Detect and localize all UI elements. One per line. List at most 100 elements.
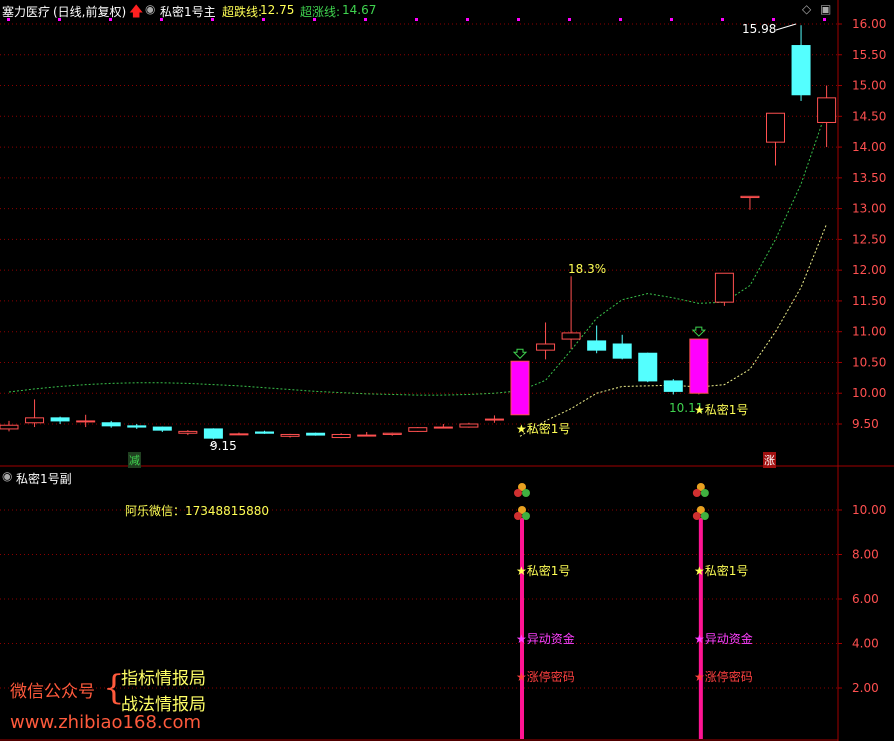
- watermark-wechat-label: 微信公众号: [10, 682, 95, 702]
- period-label: (日线,前复权): [53, 5, 127, 19]
- candle-body-down: [791, 45, 811, 96]
- badge-reduce: 减: [128, 452, 141, 468]
- flower-icon: [514, 512, 522, 520]
- candle-body-down: [127, 425, 147, 428]
- top-marker: [619, 18, 622, 21]
- y-tick-label: 11.00: [852, 325, 886, 339]
- y-tick-label: 15.00: [852, 79, 886, 93]
- signal-arrow-icon: [691, 326, 707, 337]
- candle-body-up: [766, 112, 785, 143]
- candle-body-up: [459, 423, 479, 428]
- pct-change-label: 18.3%: [568, 262, 607, 276]
- candle-body-signal: [510, 360, 530, 416]
- fund-label-2: ★异动资金: [694, 632, 753, 646]
- sub-y-tick-label: 4.00: [852, 637, 879, 651]
- chart-svg[interactable]: 16.00 15.50 15.00 14.50 14.00 13.50 13.00 12.50…: [0, 0, 894, 741]
- candle-body-up: [714, 272, 734, 303]
- y-tick-label: 14.00: [852, 140, 886, 154]
- top-marker: [466, 18, 469, 21]
- y-tick-label: 12.50: [852, 232, 886, 246]
- candle-body-up: [178, 430, 198, 434]
- candle-body-up: [433, 426, 453, 429]
- sub-y-tick-label: 2.00: [852, 681, 879, 695]
- candle-body-up: [0, 424, 19, 430]
- limit-label-1: ★涨停密码: [516, 670, 575, 684]
- y-tick-label: 16.00: [852, 17, 886, 31]
- candle-body-down: [203, 428, 223, 439]
- y-tick-label: 12.00: [852, 263, 886, 277]
- diamond-icon[interactable]: ◇: [802, 2, 811, 16]
- stock-title: 塞力医疗: [2, 5, 51, 19]
- candle-body-up: [25, 417, 45, 424]
- sub-settings-icon[interactable]: ◉: [2, 469, 12, 483]
- sub-signal-bar: [520, 518, 524, 739]
- candle-body-up: [280, 433, 300, 437]
- y-tick-label: 10.50: [852, 355, 886, 369]
- flower-icon: [692, 489, 701, 497]
- super-fall-value: 12.75: [260, 3, 295, 17]
- sub-signal-label-1: ★私密1号: [516, 564, 571, 578]
- candle-body-up: [229, 433, 249, 436]
- sub-y-tick-label: 10.00: [852, 503, 886, 517]
- top-marker: [415, 18, 418, 21]
- indicator-name[interactable]: 私密1号主: [160, 3, 216, 20]
- candle-body-down: [152, 426, 172, 431]
- flower-icon: [700, 512, 709, 520]
- top-marker: [772, 18, 775, 21]
- contact-text: 阿乐微信：17348815880: [125, 504, 269, 518]
- high-pointer-line: [775, 23, 797, 31]
- candle-body-down: [255, 431, 274, 434]
- top-marker: [721, 18, 724, 21]
- top-marker: [568, 18, 571, 21]
- candle-body-up: [382, 432, 402, 435]
- y-tick-label: 15.50: [852, 48, 886, 62]
- up-arrow-icon: 🡅: [129, 4, 144, 20]
- candle-body-signal: [689, 338, 709, 394]
- y-tick-label: 11.50: [852, 294, 886, 308]
- chart-window: 16.00 15.50 15.00 14.50 14.00 13.50 13.00 12.50…: [0, 0, 894, 741]
- flower-icon: [522, 512, 530, 520]
- super-rise-label: 超涨线:: [300, 5, 341, 19]
- top-marker: [364, 18, 367, 21]
- window-toggle-icon[interactable]: ▣: [820, 2, 831, 16]
- sub-signal-label-2: ★私密1号: [694, 564, 749, 578]
- candle-body-up: [561, 332, 581, 340]
- low-price-label: 9.15: [210, 439, 237, 453]
- y-tick-label: 14.50: [852, 109, 886, 123]
- signal-label-1: ★私密1号: [516, 422, 571, 436]
- watermark-url: www.zhibiao168.com: [10, 712, 202, 733]
- top-marker: [823, 18, 826, 21]
- flower-icon: [700, 489, 709, 497]
- candle-body-down: [612, 343, 632, 359]
- watermark-name1: 指标情报局: [121, 669, 206, 689]
- candle-body-down: [50, 417, 70, 422]
- top-marker: [670, 18, 673, 21]
- badge-rise: 涨: [763, 452, 776, 468]
- sub-panel-title[interactable]: 私密1号副: [16, 470, 72, 487]
- fund-label-1: ★异动资金: [516, 632, 575, 646]
- limit-label-2: ★涨停密码: [694, 670, 753, 684]
- flower-icon: [514, 489, 522, 497]
- settings-circle-icon[interactable]: ◉: [145, 2, 155, 16]
- candle-body-down: [663, 380, 683, 392]
- candle-body-up: [331, 433, 351, 439]
- super-fall-label: 超跌线:: [222, 5, 263, 19]
- candle-body-down: [306, 432, 326, 436]
- candle-body-up: [817, 97, 837, 123]
- signal-arrow-icon: [512, 348, 528, 359]
- candle-body-up: [408, 427, 428, 432]
- y-tick-label: 10.00: [852, 386, 886, 400]
- y-tick-label: 13.50: [852, 171, 886, 185]
- y-tick-label: 9.50: [852, 417, 879, 431]
- top-marker: [517, 18, 520, 21]
- sub-y-tick-label: 6.00: [852, 592, 879, 606]
- candle-body-up: [740, 195, 760, 199]
- super-rise-value: 14.67: [342, 3, 377, 17]
- candle-body-up: [484, 418, 504, 421]
- flower-icon: [692, 512, 701, 520]
- y-tick-label: 13.00: [852, 202, 886, 216]
- candle-body-up: [536, 343, 556, 351]
- sub-signal-bar: [698, 518, 703, 739]
- top-marker: [262, 18, 265, 21]
- candle-body-up: [357, 434, 377, 437]
